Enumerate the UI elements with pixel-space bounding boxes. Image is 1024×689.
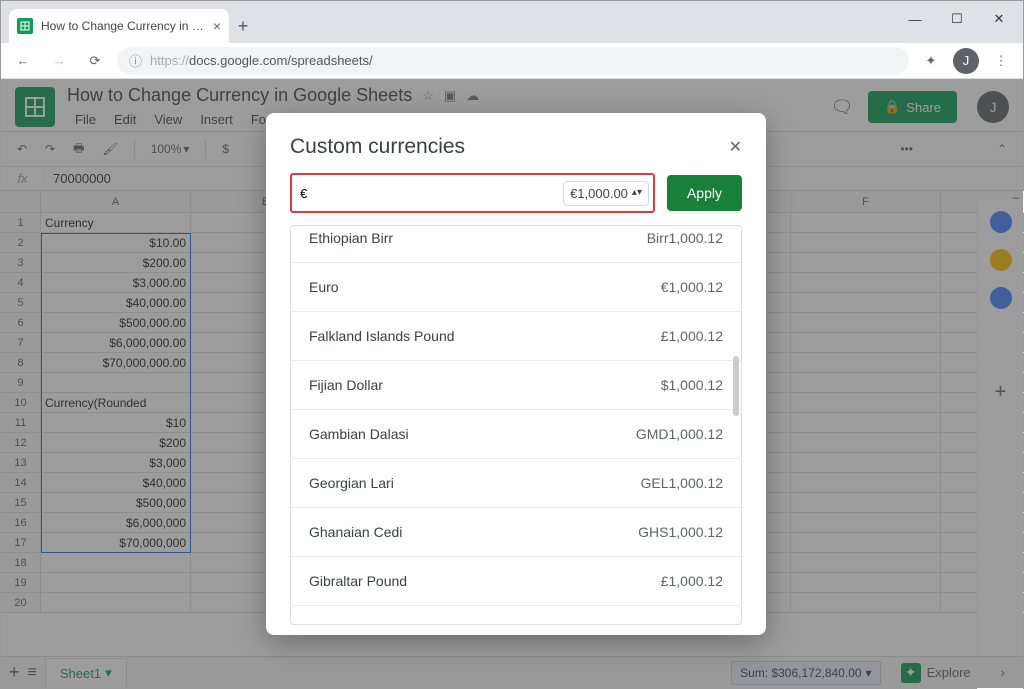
currency-list[interactable]: Ethiopian BirrBirr1,000.12Euro€1,000.12F… [290,225,742,625]
currency-option[interactable]: Gambian DalasiGMD1,000.12 [291,410,741,459]
currency-name: Falkland Islands Pound [309,328,661,344]
currency-sample: $1,000.12 [661,377,723,393]
browser-profile-avatar[interactable]: J [953,48,979,74]
tab-close-icon[interactable]: × [213,18,221,34]
minimize-button[interactable]: — [895,5,935,33]
currency-name: Euro [309,279,661,295]
currency-sample: £1,000.12 [661,573,723,589]
currency-search-wrap: €1,000.00 ▴▾ [290,173,655,213]
new-tab-button[interactable]: + [229,16,257,43]
currency-option[interactable]: Euro€1,000.12 [291,263,741,312]
forward-button[interactable]: → [45,47,73,75]
browser-tab-strip: How to Change Currency in Goo × + [1,1,1023,43]
currency-name: Gambian Dalasi [309,426,636,442]
browser-toolbar: ← → ⟳ ⓘ https://docs.google.com/spreadsh… [1,43,1023,79]
currency-name: Georgian Lari [309,475,640,491]
site-info-icon[interactable]: ⓘ [129,51,142,70]
stepper-icon: ▴▾ [632,189,642,197]
currency-option[interactable]: Ghanaian CediGHS1,000.12 [291,508,741,557]
sheets-favicon [17,18,33,34]
format-sample-text: €1,000.00 [570,186,628,201]
browser-menu-icon[interactable]: ⋮ [987,47,1015,75]
reload-button[interactable]: ⟳ [81,47,109,75]
close-window-button[interactable]: ✕ [979,5,1019,33]
currency-option[interactable]: Fijian Dollar$1,000.12 [291,361,741,410]
currency-sample: GEL1,000.12 [640,475,723,491]
currency-option[interactable]: Ethiopian BirrBirr1,000.12 [291,226,741,263]
apply-button[interactable]: Apply [667,175,742,211]
back-button[interactable]: ← [9,47,37,75]
currency-name: Ghanaian Cedi [309,524,638,540]
list-scrollbar-thumb[interactable] [733,356,739,416]
maximize-button[interactable]: ☐ [937,5,977,33]
currency-search-input[interactable] [300,186,563,201]
extensions-icon[interactable]: ✦ [917,47,945,75]
format-sample-select[interactable]: €1,000.00 ▴▾ [563,181,649,206]
currency-sample: £1,000.12 [661,328,723,344]
tab-title: How to Change Currency in Goo [41,19,205,33]
currency-name: Gibraltar Pound [309,573,661,589]
currency-sample: Birr1,000.12 [647,230,723,246]
dialog-close-button[interactable]: ✕ [729,137,742,157]
currency-sample: €1,000.12 [661,279,723,295]
address-bar[interactable]: ⓘ https://docs.google.com/spreadsheets/ [117,47,909,75]
window-controls: — ☐ ✕ [895,5,1019,33]
custom-currencies-dialog: Custom currencies ✕ €1,000.00 ▴▾ Apply E… [266,113,766,635]
dialog-title: Custom currencies [290,135,729,159]
currency-sample: GMD1,000.12 [636,426,723,442]
currency-name: Ethiopian Birr [309,230,647,246]
currency-option[interactable]: Falkland Islands Pound£1,000.12 [291,312,741,361]
currency-sample: GHS1,000.12 [638,524,723,540]
browser-tab[interactable]: How to Change Currency in Goo × [9,9,229,43]
url-text: https://docs.google.com/spreadsheets/ [150,53,373,68]
currency-name: Fijian Dollar [309,377,661,393]
currency-option[interactable]: Georgian LariGEL1,000.12 [291,459,741,508]
currency-option[interactable]: Gibraltar Pound£1,000.12 [291,557,741,606]
